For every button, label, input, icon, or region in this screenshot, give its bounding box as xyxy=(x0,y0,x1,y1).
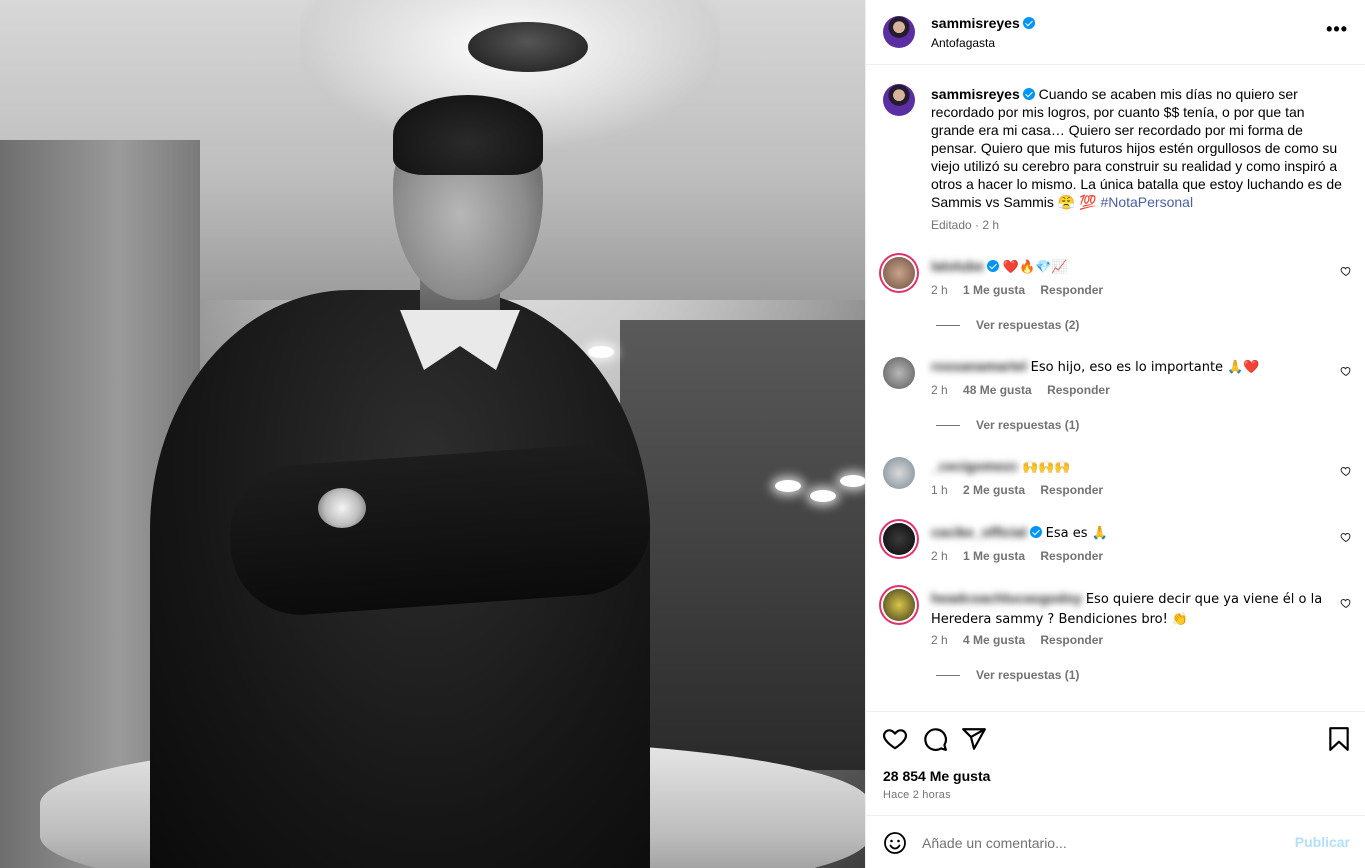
hashtag-link[interactable]: #NotaPersonal xyxy=(1100,194,1193,210)
verified-icon xyxy=(986,260,999,272)
post-username[interactable]: sammisreyes xyxy=(931,15,1020,31)
comment-likes[interactable]: 48 Me gusta xyxy=(963,383,1032,397)
avatar[interactable] xyxy=(883,16,915,48)
comment-time[interactable]: 2 h xyxy=(931,283,948,297)
caption-username[interactable]: sammisreyes xyxy=(931,86,1020,102)
comment-time[interactable]: 2 h xyxy=(931,633,948,647)
verified-icon xyxy=(1022,88,1035,100)
comment-text: Eso hijo, eso es lo importante 🙏❤️ xyxy=(1030,360,1260,375)
reply-button[interactable]: Responder xyxy=(1040,549,1103,563)
comment-username[interactable]: lalolube xyxy=(931,257,984,275)
post-header: sammisreyes Antofagasta ••• xyxy=(866,0,1365,65)
view-replies-button[interactable]: Ver respuestas (2) xyxy=(936,318,1079,332)
heart-icon[interactable] xyxy=(1340,465,1352,477)
heart-icon[interactable] xyxy=(1340,597,1352,609)
reply-button[interactable]: Responder xyxy=(1040,483,1103,497)
post-actions: 28 854 Me gusta Hace 2 horas xyxy=(866,711,1365,821)
post-photo[interactable] xyxy=(0,0,865,868)
caption-avatar[interactable] xyxy=(883,84,915,116)
caption-text: Cuando se acaben mis días no quiero ser … xyxy=(931,86,1342,210)
comment-username[interactable]: _cecigomezc xyxy=(931,457,1018,475)
avatar[interactable] xyxy=(883,589,915,621)
comment-text: 🙌🙌🙌 xyxy=(1022,460,1071,475)
emoji-icon[interactable] xyxy=(883,831,907,855)
wristwatch xyxy=(318,488,366,528)
reply-button[interactable]: Responder xyxy=(1040,283,1103,297)
comment-likes[interactable]: 4 Me gusta xyxy=(963,633,1025,647)
comment-username[interactable]: headcoachlucasgodoy xyxy=(931,589,1082,607)
heart-icon[interactable] xyxy=(1340,265,1352,277)
save-icon[interactable] xyxy=(1326,726,1352,752)
comment-likes[interactable]: 1 Me gusta xyxy=(963,283,1025,297)
comments-scroll[interactable]: sammisreyes Cuando se acaben mis días no… xyxy=(866,65,1365,711)
comment-input[interactable] xyxy=(922,830,1272,856)
reply-button[interactable]: Responder xyxy=(1040,633,1103,647)
likes-count[interactable]: 28 854 Me gusta xyxy=(883,768,990,784)
post-caption: sammisreyes Cuando se acaben mis días no… xyxy=(931,85,1351,211)
reply-button[interactable]: Responder xyxy=(1047,383,1110,397)
add-comment-bar: Publicar xyxy=(866,815,1365,868)
verified-icon xyxy=(1022,17,1035,29)
avatar[interactable] xyxy=(883,357,915,389)
heart-icon[interactable] xyxy=(1340,365,1352,377)
comment-time[interactable]: 2 h xyxy=(931,549,948,563)
heart-icon[interactable] xyxy=(1340,531,1352,543)
comment-icon[interactable] xyxy=(922,726,948,752)
comment-time[interactable]: 2 h xyxy=(931,383,948,397)
caption-edited: Editado · 2 h xyxy=(931,218,1000,232)
more-options-icon[interactable]: ••• xyxy=(1326,20,1348,38)
comment-text: Esa es 🙏 xyxy=(1045,526,1108,541)
publish-button[interactable]: Publicar xyxy=(1295,834,1350,850)
view-replies-button[interactable]: Ver respuestas (1) xyxy=(936,418,1079,432)
avatar[interactable] xyxy=(883,523,915,555)
comment-text: ❤️🔥💎📈 xyxy=(1002,260,1068,275)
comment-likes[interactable]: 2 Me gusta xyxy=(963,483,1025,497)
comment-time[interactable]: 1 h xyxy=(931,483,948,497)
comment-likes[interactable]: 1 Me gusta xyxy=(963,549,1025,563)
comment-username[interactable]: rossanamartel xyxy=(931,357,1027,375)
post-location[interactable]: Antofagasta xyxy=(931,36,995,50)
post-modal: sammisreyes Antofagasta ••• sammisreyes … xyxy=(0,0,1365,868)
verified-icon xyxy=(1029,526,1042,538)
comment-username[interactable]: cacike_official xyxy=(931,523,1027,541)
view-replies-button[interactable]: Ver respuestas (1) xyxy=(936,668,1079,682)
avatar[interactable] xyxy=(883,257,915,289)
like-icon[interactable] xyxy=(882,726,908,752)
post-side-panel: sammisreyes Antofagasta ••• sammisreyes … xyxy=(865,0,1365,868)
share-icon[interactable] xyxy=(961,726,987,752)
avatar[interactable] xyxy=(883,457,915,489)
post-time[interactable]: Hace 2 horas xyxy=(883,789,951,801)
